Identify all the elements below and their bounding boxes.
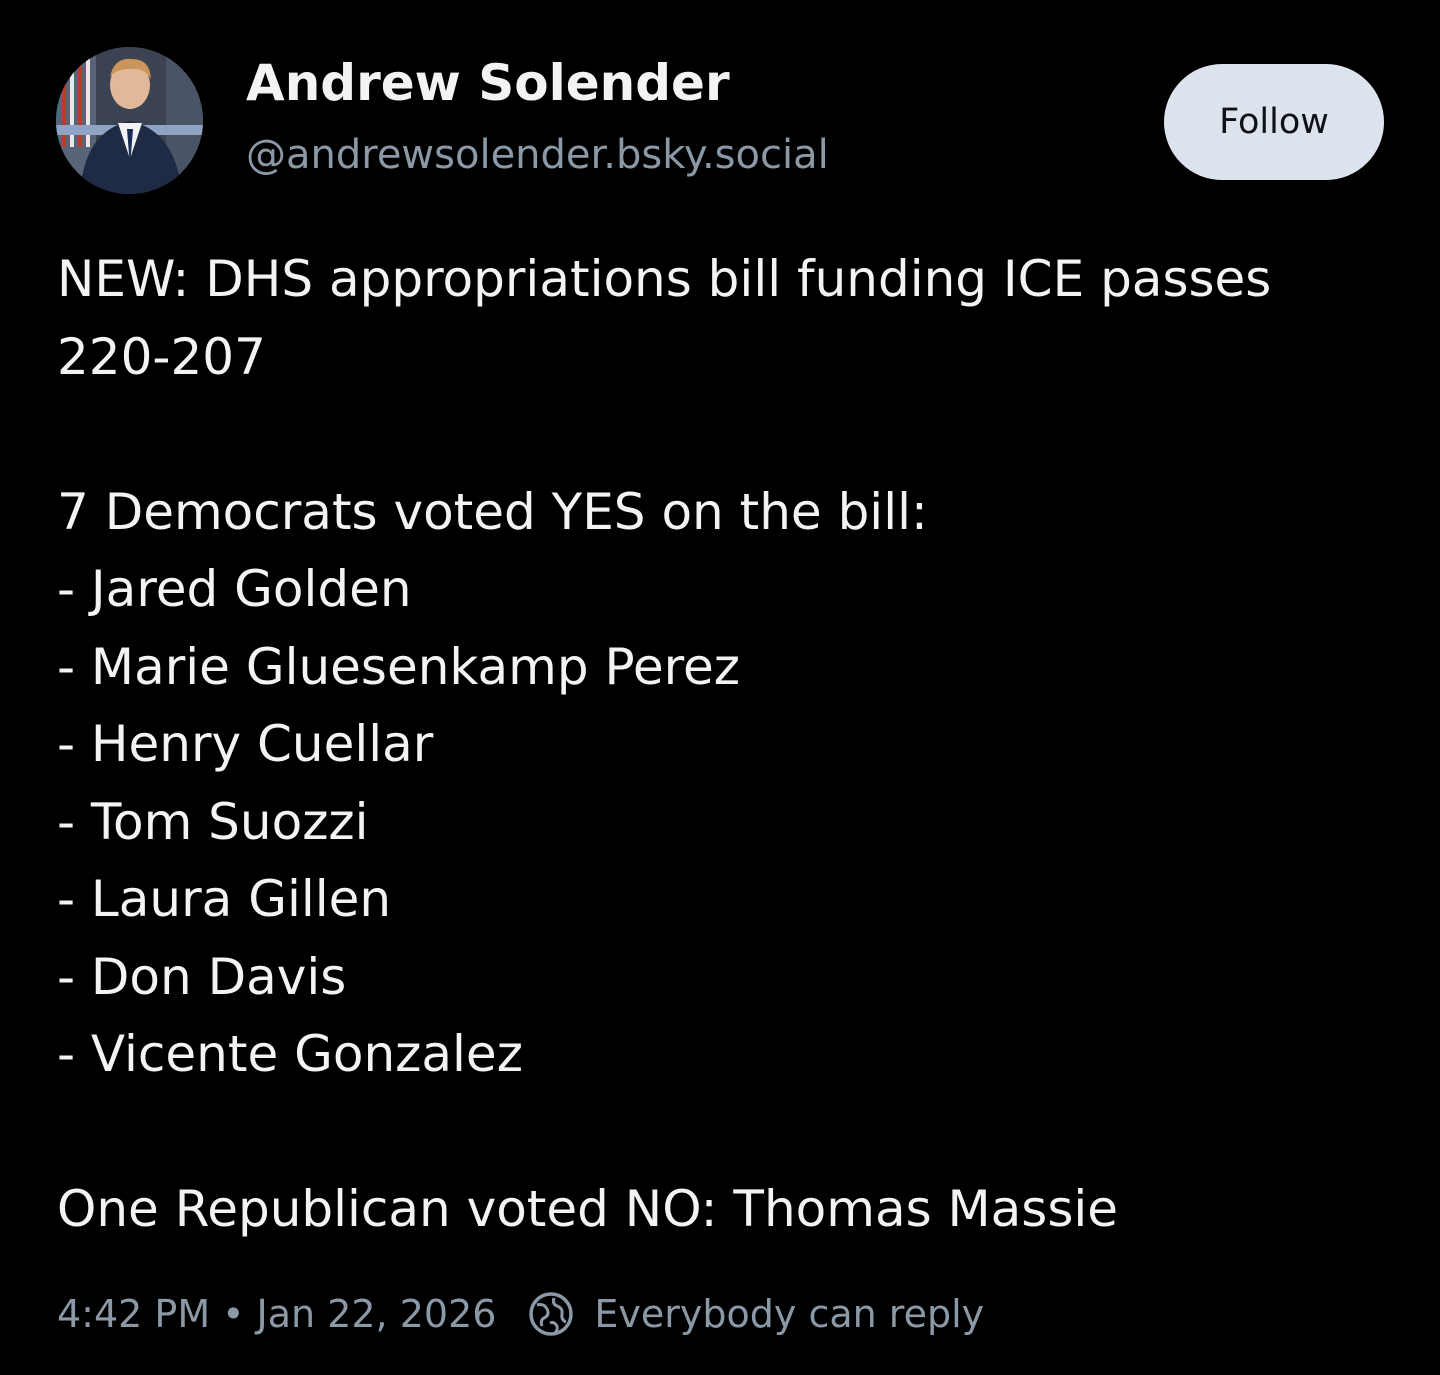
avatar[interactable] [56, 47, 203, 194]
list-item: - Tom Suozzi [57, 792, 369, 851]
list-item: - Vicente Gonzalez [57, 1025, 523, 1083]
author-handle[interactable]: @andrewsolender.bsky.social [246, 132, 829, 178]
globe-icon [528, 1291, 574, 1337]
list-item: - Don Davis [57, 947, 347, 1006]
post-headline: NEW: DHS appropriations bill funding ICE… [57, 250, 1272, 308]
follow-button[interactable]: Follow [1164, 64, 1384, 180]
author-display-name[interactable]: Andrew Solender [246, 54, 730, 112]
post-intro: 7 Democrats voted YES on the bill: [57, 482, 928, 541]
list-item: - Henry Cuellar [57, 715, 434, 773]
meta-separator: • [222, 1292, 245, 1336]
post-text: NEW: DHS appropriations bill funding ICE… [57, 241, 1387, 1249]
avatar-photo [56, 47, 203, 194]
list-item: - Marie Gluesenkamp Perez [57, 637, 741, 696]
post-headline-continued: 220-207 [57, 327, 266, 386]
post-date[interactable]: Jan 22, 2026 [257, 1292, 497, 1336]
list-item: - Jared Golden [57, 560, 412, 618]
reply-setting[interactable]: Everybody can reply [594, 1292, 984, 1336]
post-meta: 4:42 PM • Jan 22, 2026 Everybody can rep… [57, 1286, 984, 1342]
list-item: - Laura Gillen [57, 870, 392, 928]
post-time[interactable]: 4:42 PM [57, 1292, 210, 1336]
post-closing: One Republican voted NO: Thomas Massie [57, 1180, 1119, 1238]
